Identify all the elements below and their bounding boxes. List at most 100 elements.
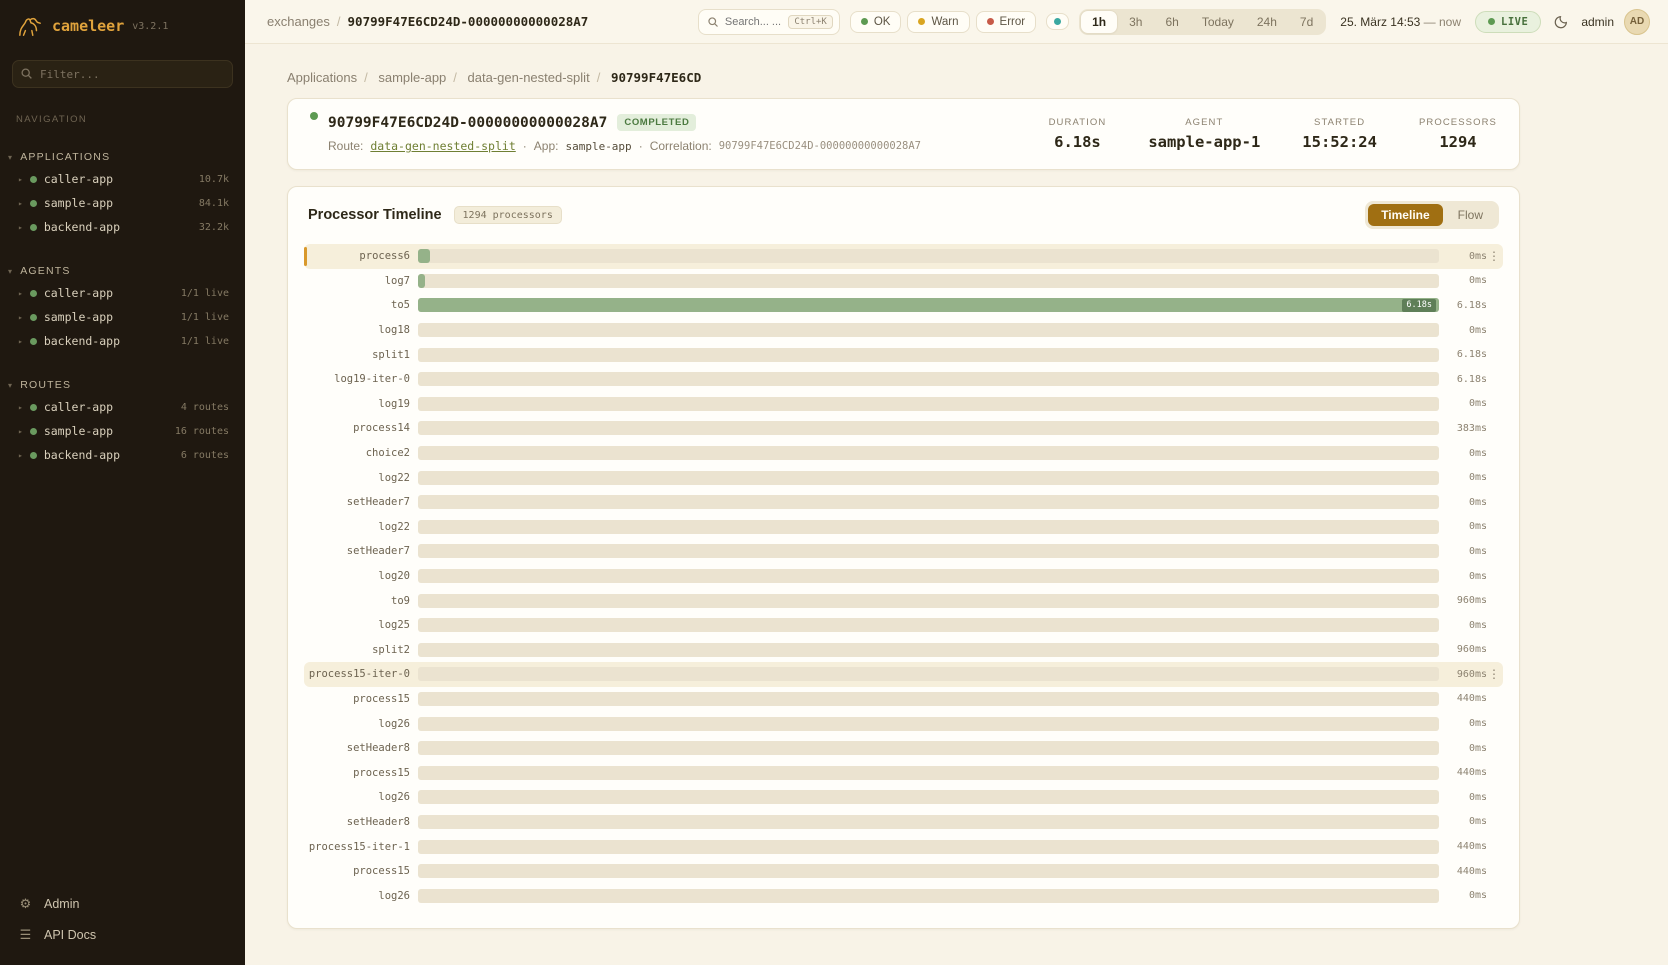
- live-toggle[interactable]: LIVE: [1475, 11, 1541, 33]
- search-input[interactable]: [725, 16, 782, 28]
- sidebar-item-badge: 1/1 live: [181, 336, 229, 347]
- timeline-row[interactable]: setHeader7 0ms ⋮: [304, 490, 1503, 515]
- breadcrumb: Applications/ sample-app/ data-gen-neste…: [287, 70, 1520, 85]
- time-range-button[interactable]: 6h: [1154, 11, 1189, 33]
- section-header-agents[interactable]: ▾ AGENTS: [0, 261, 245, 281]
- timeline-row[interactable]: setHeader8 0ms ⋮: [304, 736, 1503, 761]
- row-duration: 0ms: [1439, 620, 1487, 631]
- timeline-row[interactable]: to9 960ms ⋮: [304, 588, 1503, 613]
- timeline-row[interactable]: choice2 0ms ⋮: [304, 441, 1503, 466]
- admin-link[interactable]: ⚙ Admin: [18, 896, 227, 912]
- status-dot: [30, 224, 37, 231]
- timeline-row[interactable]: log22 0ms ⋮: [304, 465, 1503, 490]
- timeline-bar-track: [418, 520, 1439, 534]
- processor-name: process15-iter-0: [306, 668, 418, 680]
- processor-name: log26: [306, 718, 418, 730]
- kebab-menu-icon[interactable]: ⋮: [1487, 667, 1501, 681]
- sidebar-item-label: sample-app: [44, 196, 113, 210]
- trace-filter-chip[interactable]: [1046, 13, 1069, 30]
- timeline-row[interactable]: log19-iter-0 6.18s ⋮: [304, 367, 1503, 392]
- processor-name: choice2: [306, 447, 418, 459]
- shortcut-badge: Ctrl+K: [788, 15, 833, 29]
- chevron-right-icon: ▸: [18, 313, 23, 322]
- stat-value: 6.18s: [1049, 133, 1107, 151]
- timeline-row[interactable]: log22 0ms ⋮: [304, 515, 1503, 540]
- sidebar-item[interactable]: ▸ backend-app 32.2k: [0, 215, 245, 239]
- sidebar-item[interactable]: ▸ caller-app 4 routes: [0, 395, 245, 419]
- sidebar-item[interactable]: ▸ caller-app 1/1 live: [0, 281, 245, 305]
- avatar[interactable]: AD: [1624, 9, 1650, 35]
- timeline-row[interactable]: process15 440ms ⋮: [304, 760, 1503, 785]
- timeline-row[interactable]: log26 0ms ⋮: [304, 711, 1503, 736]
- row-duration: 440ms: [1439, 866, 1487, 877]
- timeline-row[interactable]: split2 960ms ⋮: [304, 638, 1503, 663]
- filter-input[interactable]: [12, 60, 233, 88]
- main-area: exchanges / 90799F47E6CD24D-000000000000…: [245, 0, 1668, 965]
- timeline-row[interactable]: log26 0ms ⋮: [304, 785, 1503, 810]
- timeline-row[interactable]: process15 440ms ⋮: [304, 859, 1503, 884]
- sidebar-item-label: backend-app: [44, 334, 120, 348]
- timeline-row[interactable]: process6 0ms ⋮: [304, 244, 1503, 269]
- sidebar-item[interactable]: ▸ sample-app 16 routes: [0, 419, 245, 443]
- kebab-menu-icon[interactable]: ⋮: [1487, 249, 1501, 263]
- menu-icon: ☰: [18, 927, 33, 943]
- timeline-row[interactable]: process14 383ms ⋮: [304, 416, 1503, 441]
- sidebar-item[interactable]: ▸ backend-app 1/1 live: [0, 329, 245, 353]
- chevron-right-icon: ▸: [18, 337, 23, 346]
- breadcrumb-link[interactable]: sample-app: [378, 70, 446, 85]
- status-filter-chip[interactable]: OK: [850, 11, 902, 33]
- section-header-routes[interactable]: ▾ ROUTES: [0, 375, 245, 395]
- view-toggle-button[interactable]: Flow: [1445, 204, 1496, 226]
- timeline-row[interactable]: log20 0ms ⋮: [304, 564, 1503, 589]
- time-range-button[interactable]: 7d: [1289, 11, 1324, 33]
- section-header-applications[interactable]: ▾ APPLICATIONS: [0, 147, 245, 167]
- time-range-button[interactable]: 24h: [1246, 11, 1288, 33]
- time-range-button[interactable]: Today: [1191, 11, 1245, 33]
- time-range-button[interactable]: 1h: [1081, 11, 1117, 33]
- sidebar-item[interactable]: ▸ sample-app 84.1k: [0, 191, 245, 215]
- time-range-button[interactable]: 3h: [1118, 11, 1153, 33]
- sidebar-item-badge: 32.2k: [199, 222, 229, 233]
- view-toggle-button[interactable]: Timeline: [1368, 204, 1442, 226]
- timeline-row[interactable]: process15 440ms ⋮: [304, 687, 1503, 712]
- section-label: APPLICATIONS: [20, 151, 110, 163]
- status-dot: [30, 338, 37, 345]
- breadcrumb-section[interactable]: exchanges: [267, 14, 330, 29]
- timeline-row[interactable]: to5 6.18s 6.18s ⋮: [304, 293, 1503, 318]
- processor-name: log22: [306, 472, 418, 484]
- timeline-row[interactable]: log18 0ms ⋮: [304, 318, 1503, 343]
- timeline-row[interactable]: process15-iter-0 960ms ⋮: [304, 662, 1503, 687]
- status-dot: [30, 452, 37, 459]
- status-dot: [861, 18, 868, 25]
- timeline-row[interactable]: log26 0ms ⋮: [304, 883, 1503, 908]
- row-duration: 0ms: [1439, 546, 1487, 557]
- dark-mode-toggle[interactable]: [1551, 12, 1571, 32]
- search-box[interactable]: Ctrl+K: [698, 9, 840, 35]
- stat: AGENT sample-app-1: [1148, 117, 1260, 151]
- status-filter-chip[interactable]: Warn: [907, 11, 969, 33]
- timeline-row[interactable]: log7 0ms ⋮: [304, 269, 1503, 294]
- timeline-row[interactable]: log19 0ms ⋮: [304, 392, 1503, 417]
- timeline-row[interactable]: split1 6.18s ⋮: [304, 342, 1503, 367]
- route-link[interactable]: data-gen-nested-split: [370, 139, 515, 153]
- sidebar-section-agents: ▾ AGENTS ▸ caller-app 1/1 live ▸ sample-…: [0, 261, 245, 353]
- sidebar-item[interactable]: ▸ sample-app 1/1 live: [0, 305, 245, 329]
- status-filter-chip[interactable]: Error: [976, 11, 1037, 33]
- timeline-bar-track: 6.18s: [418, 298, 1439, 312]
- exchange-title: 90799F47E6CD24D-00000000000028A7: [328, 115, 607, 131]
- timeline-row[interactable]: setHeader8 0ms ⋮: [304, 810, 1503, 835]
- chevron-down-icon: ▾: [8, 153, 13, 162]
- breadcrumb-link[interactable]: data-gen-nested-split: [468, 70, 590, 85]
- row-duration: 0ms: [1439, 497, 1487, 508]
- sidebar-item[interactable]: ▸ backend-app 6 routes: [0, 443, 245, 467]
- sidebar-item-badge: 10.7k: [199, 174, 229, 185]
- gear-icon: ⚙: [18, 896, 33, 912]
- timeline-row[interactable]: log25 0ms ⋮: [304, 613, 1503, 638]
- exchange-meta: Route: data-gen-nested-split · App: samp…: [310, 139, 921, 153]
- sidebar-item[interactable]: ▸ caller-app 10.7k: [0, 167, 245, 191]
- timeline-row[interactable]: process15-iter-1 440ms ⋮: [304, 834, 1503, 859]
- timeline-row[interactable]: setHeader7 0ms ⋮: [304, 539, 1503, 564]
- breadcrumb-link[interactable]: Applications: [287, 70, 357, 85]
- breadcrumb-current: 90799F47E6CD: [611, 70, 701, 85]
- api-docs-link[interactable]: ☰ API Docs: [18, 927, 227, 943]
